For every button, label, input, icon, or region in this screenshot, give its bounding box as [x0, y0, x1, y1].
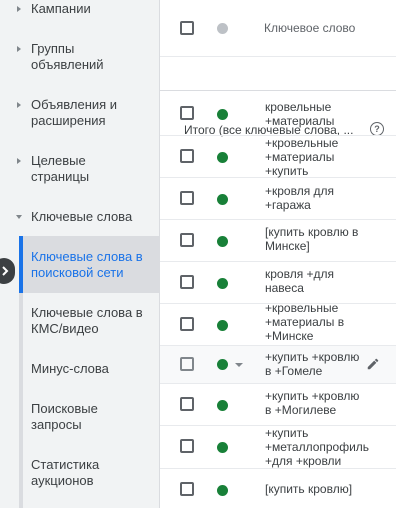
sidebar-item-label: Ключевые слова: [31, 209, 133, 224]
table-header: Ключевое слово: [160, 0, 396, 57]
row-checkbox[interactable]: [180, 439, 194, 453]
column-header-keyword[interactable]: Ключевое слово: [264, 21, 355, 35]
row-checkbox[interactable]: [180, 397, 194, 411]
row-checkbox[interactable]: [180, 317, 194, 331]
sidebar: Кампании Группы объявлений Объявления и …: [0, 0, 159, 508]
chevron-down-icon[interactable]: [235, 363, 243, 367]
sidebar-subitem-search-keywords[interactable]: Ключевые слова в поисковой сети: [19, 236, 159, 293]
keyword-text[interactable]: кровля +для навеса: [265, 267, 377, 295]
chevron-right-icon: [17, 102, 21, 108]
status-enabled-icon[interactable]: [217, 236, 228, 247]
chevron-right-icon: [2, 266, 9, 276]
keyword-text[interactable]: +кровля для +гаража: [265, 184, 377, 212]
status-enabled-icon[interactable]: [217, 152, 228, 163]
keyword-text[interactable]: +кровельные +материалы в +Минске: [265, 301, 377, 343]
keyword-text[interactable]: +купить +металлопрофиль +для +кровли: [265, 426, 377, 468]
sidebar-subitem-negative-keywords[interactable]: Минус-слова: [19, 353, 159, 385]
table-row: +купить +кровлю в +Могилеве: [160, 384, 396, 426]
sidebar-subitem-auction-insights[interactable]: Статистика аукционов: [19, 449, 159, 497]
sidebar-item-campaigns[interactable]: Кампании: [0, 1, 159, 17]
keyword-text[interactable]: +купить +кровлю в +Могилеве: [265, 389, 377, 417]
sidebar-item-ads-extensions[interactable]: Объявления и расширения: [0, 97, 159, 129]
sidebar-subitem-label: Статистика аукционов: [31, 457, 100, 488]
table-row: +кровельные +материалы в +Минске: [160, 301, 396, 346]
row-checkbox[interactable]: [180, 233, 194, 247]
table-row: [купить кровлю]: [160, 469, 396, 508]
sidebar-item-label: Кампании: [31, 1, 91, 16]
table-row: кровельные +материалы: [160, 91, 396, 136]
row-checkbox[interactable]: [180, 191, 194, 205]
sidebar-subitem-search-terms[interactable]: Поисковые запросы: [19, 393, 159, 441]
keyword-text[interactable]: +купить +кровлю в +Гомеле: [265, 350, 377, 378]
status-enabled-icon[interactable]: [217, 194, 228, 205]
keywords-table: Ключевое слово Итого (все ключевые слова…: [159, 0, 396, 508]
status-enabled-icon[interactable]: [217, 442, 228, 453]
row-checkbox[interactable]: [180, 482, 194, 496]
chevron-right-icon: [17, 46, 21, 52]
status-enabled-icon[interactable]: [217, 320, 228, 331]
table-row: [купить кровлю в Минске]: [160, 220, 396, 262]
keyword-text[interactable]: кровельные +материалы: [265, 100, 377, 128]
keyword-text[interactable]: [купить кровлю в Минске]: [265, 225, 377, 253]
table-row: +купить +металлопрофиль +для +кровли: [160, 426, 396, 469]
keyword-text[interactable]: [купить кровлю]: [265, 482, 377, 496]
row-checkbox[interactable]: [180, 357, 194, 371]
sidebar-item-label: Объявления и расширения: [31, 97, 118, 128]
sidebar-subitem-label: Ключевые слова в поисковой сети: [31, 249, 143, 280]
status-enabled-icon[interactable]: [217, 485, 228, 496]
status-enabled-icon[interactable]: [217, 278, 228, 289]
status-enabled-icon[interactable]: [217, 400, 228, 411]
sidebar-item-keywords[interactable]: Ключевые слова: [0, 209, 159, 225]
chevron-down-icon: [16, 215, 22, 219]
keyword-text[interactable]: +кровельные +материалы +купить: [265, 136, 377, 178]
sidebar-item-landing-pages[interactable]: Целевые страницы: [0, 153, 159, 185]
table-row: +кровля для +гаража: [160, 178, 396, 220]
chevron-right-icon: [17, 6, 21, 12]
table-row: +купить +кровлю в +Гомеле: [160, 346, 396, 384]
sidebar-item-ad-groups[interactable]: Группы объявлений: [0, 41, 159, 73]
table-row: кровля +для навеса: [160, 262, 396, 304]
status-header-icon[interactable]: [217, 23, 228, 34]
sidebar-subitem-label: Поисковые запросы: [31, 401, 98, 432]
sidebar-item-label: Группы объявлений: [31, 41, 104, 72]
chevron-right-icon: [17, 158, 21, 164]
sidebar-subitem-label: Минус-слова: [31, 361, 109, 376]
status-enabled-icon[interactable]: [217, 359, 228, 370]
row-checkbox[interactable]: [180, 106, 194, 120]
row-checkbox[interactable]: [180, 275, 194, 289]
pencil-icon[interactable]: [366, 357, 380, 371]
total-row: Итого (все ключевые слова, ... ?: [160, 57, 396, 137]
table-row: +кровельные +материалы +купить: [160, 136, 396, 178]
status-enabled-icon[interactable]: [217, 109, 228, 120]
sidebar-item-label: Целевые страницы: [31, 153, 90, 184]
sidebar-subitem-label: Ключевые слова в КМС/видео: [31, 305, 143, 336]
row-checkbox[interactable]: [180, 149, 194, 163]
select-all-checkbox[interactable]: [180, 21, 194, 35]
sidebar-subitem-display-video-keywords[interactable]: Ключевые слова в КМС/видео: [19, 297, 159, 345]
